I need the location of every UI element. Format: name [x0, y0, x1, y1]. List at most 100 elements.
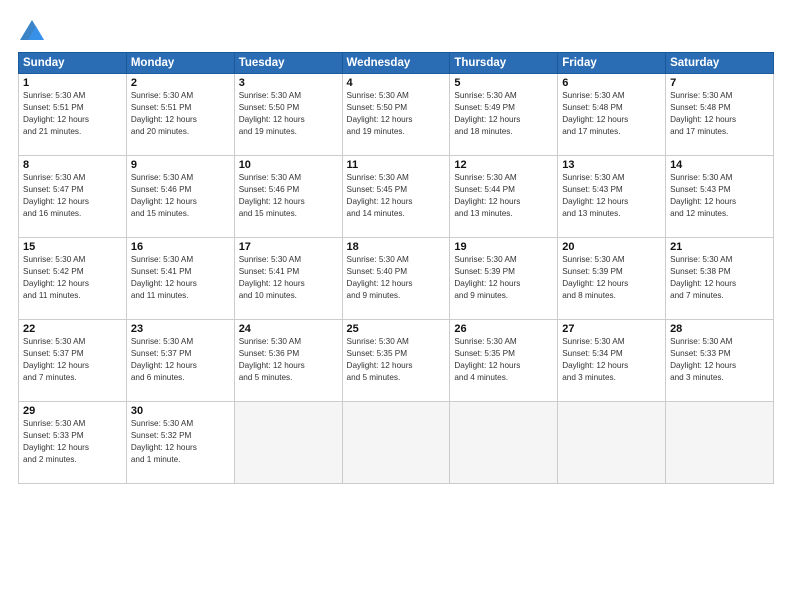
calendar-cell: 2Sunrise: 5:30 AM Sunset: 5:51 PM Daylig…: [126, 74, 234, 156]
day-info: Sunrise: 5:30 AM Sunset: 5:45 PM Dayligh…: [347, 172, 446, 220]
calendar-cell: 3Sunrise: 5:30 AM Sunset: 5:50 PM Daylig…: [234, 74, 342, 156]
day-number: 11: [347, 159, 446, 171]
calendar-table: SundayMondayTuesdayWednesdayThursdayFrid…: [18, 52, 774, 484]
calendar-cell: 6Sunrise: 5:30 AM Sunset: 5:48 PM Daylig…: [558, 74, 666, 156]
calendar-header-saturday: Saturday: [666, 53, 774, 74]
logo: [18, 18, 50, 46]
day-info: Sunrise: 5:30 AM Sunset: 5:35 PM Dayligh…: [347, 336, 446, 384]
day-number: 9: [131, 159, 230, 171]
calendar-cell: 14Sunrise: 5:30 AM Sunset: 5:43 PM Dayli…: [666, 156, 774, 238]
calendar-cell: 18Sunrise: 5:30 AM Sunset: 5:40 PM Dayli…: [342, 238, 450, 320]
day-number: 26: [454, 323, 553, 335]
day-number: 16: [131, 241, 230, 253]
day-info: Sunrise: 5:30 AM Sunset: 5:40 PM Dayligh…: [347, 254, 446, 302]
calendar-cell: [234, 402, 342, 484]
day-number: 17: [239, 241, 338, 253]
day-number: 10: [239, 159, 338, 171]
calendar-cell: 7Sunrise: 5:30 AM Sunset: 5:48 PM Daylig…: [666, 74, 774, 156]
calendar-cell: 8Sunrise: 5:30 AM Sunset: 5:47 PM Daylig…: [19, 156, 127, 238]
day-number: 3: [239, 77, 338, 89]
day-info: Sunrise: 5:30 AM Sunset: 5:50 PM Dayligh…: [347, 90, 446, 138]
day-info: Sunrise: 5:30 AM Sunset: 5:43 PM Dayligh…: [670, 172, 769, 220]
day-number: 7: [670, 77, 769, 89]
day-info: Sunrise: 5:30 AM Sunset: 5:44 PM Dayligh…: [454, 172, 553, 220]
calendar-week-0: 1Sunrise: 5:30 AM Sunset: 5:51 PM Daylig…: [19, 74, 774, 156]
day-number: 23: [131, 323, 230, 335]
day-number: 22: [23, 323, 122, 335]
day-info: Sunrise: 5:30 AM Sunset: 5:48 PM Dayligh…: [670, 90, 769, 138]
calendar-cell: 26Sunrise: 5:30 AM Sunset: 5:35 PM Dayli…: [450, 320, 558, 402]
day-info: Sunrise: 5:30 AM Sunset: 5:33 PM Dayligh…: [23, 418, 122, 466]
day-number: 14: [670, 159, 769, 171]
calendar-cell: 21Sunrise: 5:30 AM Sunset: 5:38 PM Dayli…: [666, 238, 774, 320]
day-number: 12: [454, 159, 553, 171]
day-info: Sunrise: 5:30 AM Sunset: 5:37 PM Dayligh…: [131, 336, 230, 384]
day-info: Sunrise: 5:30 AM Sunset: 5:43 PM Dayligh…: [562, 172, 661, 220]
day-number: 2: [131, 77, 230, 89]
calendar-cell: 10Sunrise: 5:30 AM Sunset: 5:46 PM Dayli…: [234, 156, 342, 238]
calendar-header-row: SundayMondayTuesdayWednesdayThursdayFrid…: [19, 53, 774, 74]
day-info: Sunrise: 5:30 AM Sunset: 5:39 PM Dayligh…: [454, 254, 553, 302]
day-info: Sunrise: 5:30 AM Sunset: 5:36 PM Dayligh…: [239, 336, 338, 384]
day-info: Sunrise: 5:30 AM Sunset: 5:51 PM Dayligh…: [23, 90, 122, 138]
calendar-cell: [450, 402, 558, 484]
day-info: Sunrise: 5:30 AM Sunset: 5:34 PM Dayligh…: [562, 336, 661, 384]
calendar-header-friday: Friday: [558, 53, 666, 74]
day-info: Sunrise: 5:30 AM Sunset: 5:50 PM Dayligh…: [239, 90, 338, 138]
day-number: 30: [131, 405, 230, 417]
header: [18, 14, 774, 46]
calendar-cell: 22Sunrise: 5:30 AM Sunset: 5:37 PM Dayli…: [19, 320, 127, 402]
calendar-cell: 15Sunrise: 5:30 AM Sunset: 5:42 PM Dayli…: [19, 238, 127, 320]
day-info: Sunrise: 5:30 AM Sunset: 5:38 PM Dayligh…: [670, 254, 769, 302]
calendar-header-tuesday: Tuesday: [234, 53, 342, 74]
day-number: 24: [239, 323, 338, 335]
calendar-week-4: 29Sunrise: 5:30 AM Sunset: 5:33 PM Dayli…: [19, 402, 774, 484]
calendar-cell: 9Sunrise: 5:30 AM Sunset: 5:46 PM Daylig…: [126, 156, 234, 238]
day-number: 20: [562, 241, 661, 253]
day-info: Sunrise: 5:30 AM Sunset: 5:46 PM Dayligh…: [131, 172, 230, 220]
calendar-cell: [342, 402, 450, 484]
logo-icon: [18, 18, 46, 46]
calendar-cell: 20Sunrise: 5:30 AM Sunset: 5:39 PM Dayli…: [558, 238, 666, 320]
calendar-week-3: 22Sunrise: 5:30 AM Sunset: 5:37 PM Dayli…: [19, 320, 774, 402]
day-info: Sunrise: 5:30 AM Sunset: 5:33 PM Dayligh…: [670, 336, 769, 384]
day-number: 5: [454, 77, 553, 89]
calendar-cell: 16Sunrise: 5:30 AM Sunset: 5:41 PM Dayli…: [126, 238, 234, 320]
day-number: 18: [347, 241, 446, 253]
day-number: 25: [347, 323, 446, 335]
calendar-header-sunday: Sunday: [19, 53, 127, 74]
calendar-cell: 28Sunrise: 5:30 AM Sunset: 5:33 PM Dayli…: [666, 320, 774, 402]
day-info: Sunrise: 5:30 AM Sunset: 5:51 PM Dayligh…: [131, 90, 230, 138]
calendar-header-thursday: Thursday: [450, 53, 558, 74]
day-number: 19: [454, 241, 553, 253]
day-info: Sunrise: 5:30 AM Sunset: 5:46 PM Dayligh…: [239, 172, 338, 220]
day-info: Sunrise: 5:30 AM Sunset: 5:48 PM Dayligh…: [562, 90, 661, 138]
day-info: Sunrise: 5:30 AM Sunset: 5:37 PM Dayligh…: [23, 336, 122, 384]
calendar-cell: 30Sunrise: 5:30 AM Sunset: 5:32 PM Dayli…: [126, 402, 234, 484]
calendar-cell: 5Sunrise: 5:30 AM Sunset: 5:49 PM Daylig…: [450, 74, 558, 156]
day-number: 21: [670, 241, 769, 253]
day-info: Sunrise: 5:30 AM Sunset: 5:35 PM Dayligh…: [454, 336, 553, 384]
day-number: 13: [562, 159, 661, 171]
calendar-week-1: 8Sunrise: 5:30 AM Sunset: 5:47 PM Daylig…: [19, 156, 774, 238]
calendar-cell: 24Sunrise: 5:30 AM Sunset: 5:36 PM Dayli…: [234, 320, 342, 402]
calendar-week-2: 15Sunrise: 5:30 AM Sunset: 5:42 PM Dayli…: [19, 238, 774, 320]
calendar-cell: 13Sunrise: 5:30 AM Sunset: 5:43 PM Dayli…: [558, 156, 666, 238]
day-number: 4: [347, 77, 446, 89]
calendar-cell: 29Sunrise: 5:30 AM Sunset: 5:33 PM Dayli…: [19, 402, 127, 484]
day-info: Sunrise: 5:30 AM Sunset: 5:39 PM Dayligh…: [562, 254, 661, 302]
day-info: Sunrise: 5:30 AM Sunset: 5:32 PM Dayligh…: [131, 418, 230, 466]
calendar-cell: 11Sunrise: 5:30 AM Sunset: 5:45 PM Dayli…: [342, 156, 450, 238]
calendar-cell: 27Sunrise: 5:30 AM Sunset: 5:34 PM Dayli…: [558, 320, 666, 402]
calendar-cell: 4Sunrise: 5:30 AM Sunset: 5:50 PM Daylig…: [342, 74, 450, 156]
day-info: Sunrise: 5:30 AM Sunset: 5:49 PM Dayligh…: [454, 90, 553, 138]
day-number: 6: [562, 77, 661, 89]
day-number: 15: [23, 241, 122, 253]
day-number: 28: [670, 323, 769, 335]
calendar-cell: 17Sunrise: 5:30 AM Sunset: 5:41 PM Dayli…: [234, 238, 342, 320]
day-info: Sunrise: 5:30 AM Sunset: 5:47 PM Dayligh…: [23, 172, 122, 220]
calendar-header-monday: Monday: [126, 53, 234, 74]
day-info: Sunrise: 5:30 AM Sunset: 5:41 PM Dayligh…: [239, 254, 338, 302]
calendar-header-wednesday: Wednesday: [342, 53, 450, 74]
day-number: 27: [562, 323, 661, 335]
